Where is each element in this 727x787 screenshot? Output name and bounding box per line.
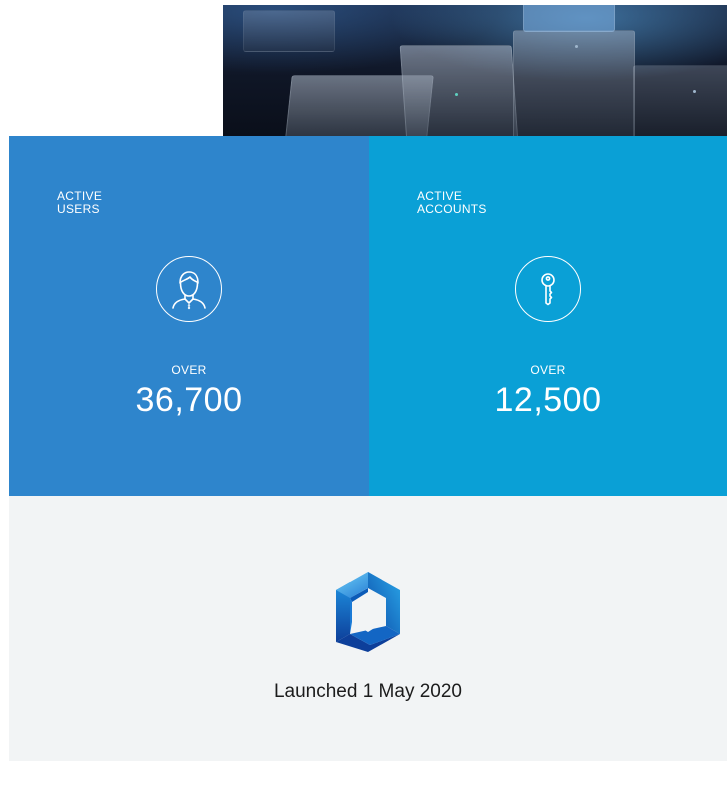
user-icon — [156, 256, 222, 322]
users-over-label: OVER — [171, 363, 207, 377]
users-count: 36,700 — [135, 381, 243, 419]
launch-caption: Launched 1 May 2020 — [273, 681, 463, 702]
key-icon — [515, 256, 581, 322]
active-users-label: ACTIVE USERS — [57, 189, 103, 216]
active-users-panel: ACTIVE USERS OVER 36,700 — [9, 136, 369, 496]
launch-section: Launched 1 May 2020 — [9, 496, 727, 761]
hexagon-logo — [336, 572, 400, 652]
accounts-over-label: OVER — [530, 363, 566, 377]
accounts-count: 12,500 — [494, 381, 602, 419]
hero-image — [223, 5, 727, 136]
active-accounts-panel: ACTIVE ACCOUNTS OVER 12,500 — [369, 136, 727, 496]
active-accounts-label: ACTIVE ACCOUNTS — [417, 189, 487, 216]
